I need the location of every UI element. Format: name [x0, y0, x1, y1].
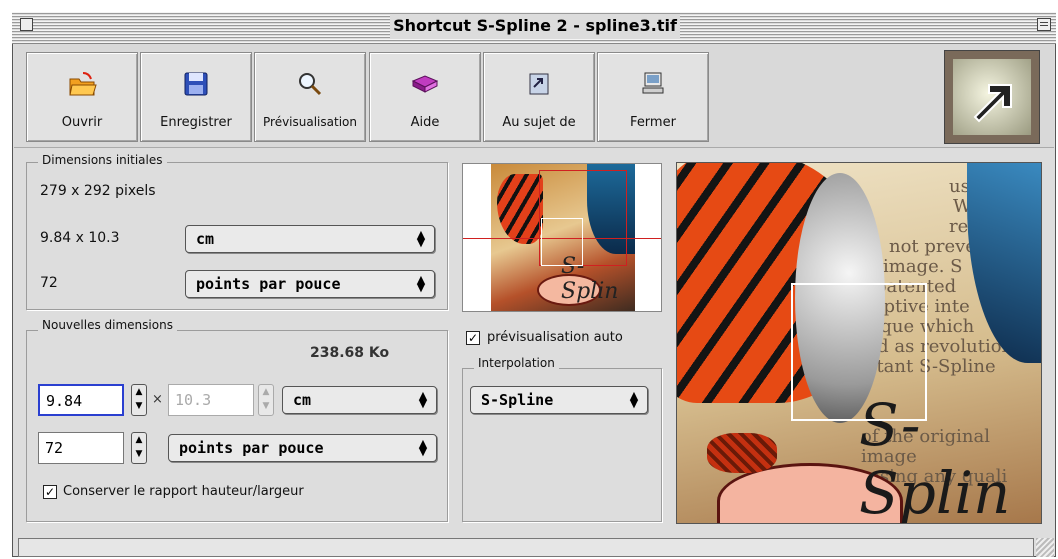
- thumbnail-preview[interactable]: S-Splin: [462, 163, 662, 312]
- new-height-stepper: ▲ ▼: [258, 384, 274, 416]
- file-size: 238.68 Ko: [310, 345, 390, 361]
- about-button[interactable]: Au sujet de: [483, 52, 595, 142]
- help-button-label: Aide: [410, 115, 440, 130]
- new-resolution-unit-value: points par pouce: [179, 439, 324, 457]
- popup-arrows-icon: ▲ ▼: [418, 437, 428, 458]
- new-width-stepper[interactable]: ▲ ▼: [131, 384, 147, 416]
- help-button[interactable]: Aide: [369, 52, 481, 142]
- open-folder-icon: [67, 69, 97, 99]
- close-button[interactable]: Fermer: [597, 52, 709, 142]
- initial-resolution-unit-popup[interactable]: points par pouce ▲ ▼: [185, 270, 435, 298]
- open-button[interactable]: Ouvrir: [26, 52, 138, 142]
- interpolation-popup[interactable]: S-Spline ▲ ▼: [470, 386, 648, 414]
- close-box[interactable]: [20, 18, 33, 31]
- about-button-label: Au sujet de: [502, 115, 576, 130]
- times-sign: ×: [152, 392, 163, 407]
- initial-unit-popup[interactable]: cm ▲ ▼: [185, 225, 435, 253]
- large-preview-selection-rect[interactable]: [791, 283, 927, 421]
- initial-resolution-unit-value: points par pouce: [196, 275, 341, 293]
- preview-button[interactable]: Prévisualisation: [254, 52, 366, 142]
- status-bar: [18, 538, 1034, 557]
- interpolation-value: S-Spline: [481, 391, 554, 409]
- auto-preview-label: prévisualisation auto: [487, 330, 623, 345]
- new-dimensions-label: Nouvelles dimensions: [38, 318, 177, 332]
- save-button[interactable]: Enregistrer: [140, 52, 252, 142]
- initial-unit-value: cm: [196, 230, 215, 248]
- app-logo: [944, 50, 1040, 144]
- thumbnail-selection-rect[interactable]: [541, 218, 583, 266]
- auto-preview-checkbox[interactable]: ✓: [466, 331, 480, 345]
- initial-resolution: 72: [40, 275, 58, 291]
- floppy-disk-icon: [181, 69, 211, 99]
- close-computer-icon: [638, 69, 668, 99]
- close-button-label: Fermer: [630, 115, 676, 130]
- new-resolution-unit-popup[interactable]: points par pouce ▲ ▼: [168, 434, 437, 462]
- magnifier-icon: [295, 69, 325, 99]
- resize-grip[interactable]: [1036, 538, 1054, 557]
- initial-pixels: 279 x 292 pixels: [40, 183, 156, 199]
- large-preview-small-butterfly: [707, 433, 777, 473]
- zoom-box[interactable]: [1037, 18, 1051, 31]
- keep-ratio-checkbox[interactable]: ✓: [43, 485, 57, 499]
- initial-size: 9.84 x 10.3: [40, 230, 120, 246]
- new-unit-value: cm: [293, 391, 312, 409]
- thumbnail-wing: [497, 174, 543, 244]
- preview-button-label: Prévisualisation: [263, 115, 357, 129]
- about-icon: [524, 69, 554, 99]
- new-unit-popup[interactable]: cm ▲ ▼: [282, 386, 437, 414]
- popup-arrows-icon: ▲ ▼: [418, 389, 428, 410]
- new-width-field[interactable]: 9.84: [38, 384, 124, 416]
- shortcut-arrow-icon: [953, 59, 1031, 135]
- new-resolution-field[interactable]: 72: [38, 432, 124, 464]
- new-resolution-stepper[interactable]: ▲ ▼: [131, 432, 147, 464]
- popup-arrows-icon: ▲ ▼: [416, 273, 426, 294]
- save-button-label: Enregistrer: [160, 115, 232, 130]
- keep-ratio-label: Conserver le rapport hauteur/largeur: [63, 484, 304, 499]
- popup-arrows-icon: ▲ ▼: [629, 389, 639, 410]
- help-book-icon: [410, 69, 440, 99]
- new-height-field: 10.3: [168, 384, 254, 416]
- popup-arrows-icon: ▲ ▼: [416, 228, 426, 249]
- large-preview[interactable]: use his While reaso not preve image. S p…: [676, 162, 1042, 524]
- interpolation-label: Interpolation: [474, 356, 559, 370]
- open-button-label: Ouvrir: [61, 115, 103, 130]
- window-title: Shortcut S-Spline 2 - spline3.tif: [390, 14, 680, 38]
- initial-dimensions-label: Dimensions initiales: [38, 153, 167, 167]
